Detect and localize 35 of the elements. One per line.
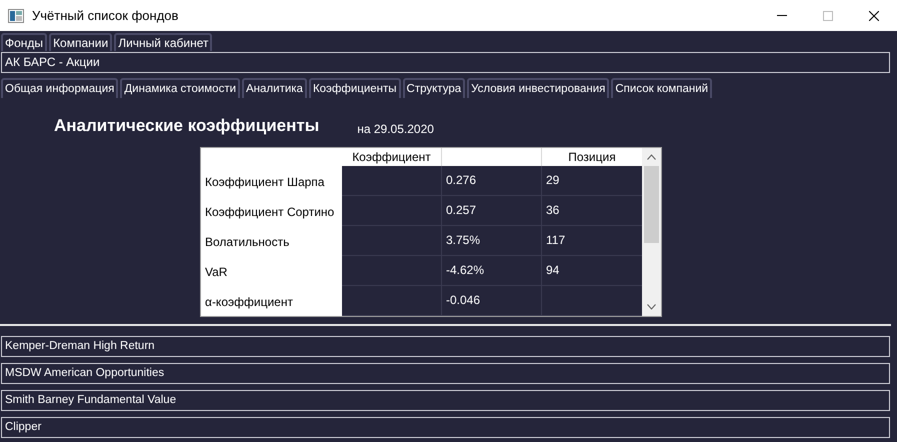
tab[interactable]: Условия инвестирования (467, 78, 610, 98)
app-icon (8, 8, 24, 22)
tab[interactable]: Список компаний (611, 78, 712, 98)
tab[interactable]: Фонды (1, 33, 48, 51)
tab[interactable]: Динамика стоимости (120, 78, 240, 98)
table-cell: 0.276 (442, 166, 542, 196)
heading: Аналитические коэффициенты (54, 115, 320, 137)
close-icon (869, 10, 879, 20)
scrollbar-thumb[interactable] (644, 166, 659, 242)
fund-list-item[interactable]: Smith Barney Fundamental Value (1, 390, 890, 410)
tab[interactable]: Структура (402, 78, 466, 98)
tab[interactable]: Компании (49, 33, 112, 51)
minimize-icon (777, 15, 787, 16)
column-header[interactable]: Позиция (542, 148, 642, 166)
maximize-icon (823, 10, 833, 20)
tab[interactable]: Аналитика (242, 78, 307, 98)
scroll-down-icon[interactable] (647, 304, 656, 310)
fund-list-item[interactable]: Kemper-Dreman High Return (1, 336, 890, 356)
table-cell: 0.257 (442, 196, 542, 226)
date-label: на 29.05.2020 (357, 120, 434, 138)
scroll-up-icon[interactable] (647, 154, 656, 160)
table-cell: -0.046 (442, 286, 542, 316)
table-cell: 117 (542, 226, 642, 256)
table-cell: 36 (542, 196, 642, 226)
window-title: Учётный список фондов (32, 6, 178, 25)
table-cell: 29 (542, 166, 642, 196)
tab[interactable]: Коэффициенты (308, 78, 401, 98)
tab[interactable]: Личный кабинет (114, 33, 212, 51)
table-cell: -4.62% (442, 256, 542, 286)
table-cell: 94 (542, 256, 642, 286)
fund-name-bar: АК БАРС - Акции (1, 52, 890, 73)
fund-list-item[interactable]: Clipper (1, 416, 890, 438)
fund-list-item[interactable]: MSDW American Opportunities (1, 362, 890, 384)
tab[interactable]: Общая информация (1, 78, 118, 98)
table-cell: 3.75% (442, 226, 542, 256)
